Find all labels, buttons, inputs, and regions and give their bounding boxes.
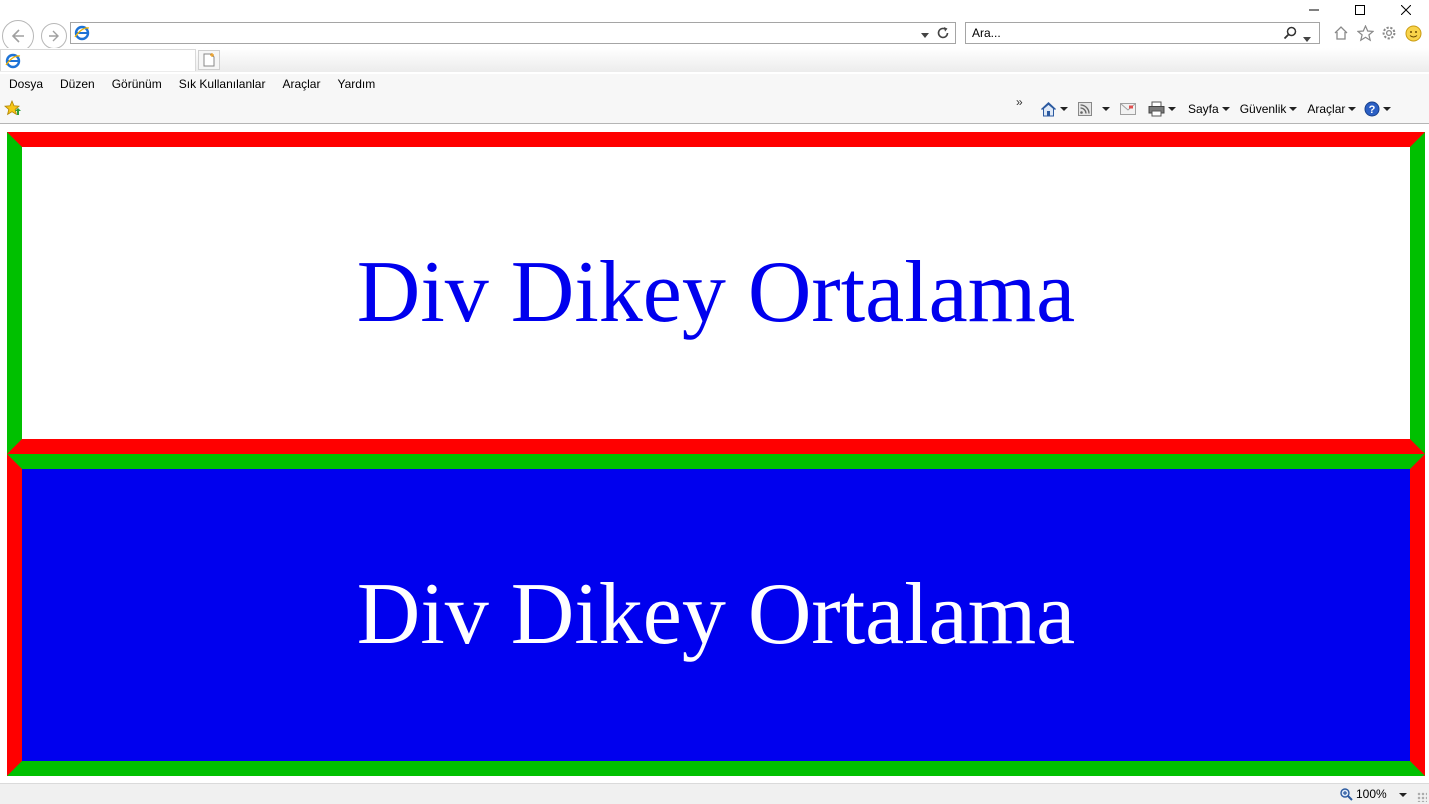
search-box[interactable] — [965, 22, 1320, 44]
forward-arrow-icon — [49, 30, 59, 42]
zoom-control[interactable]: 100% — [1340, 787, 1387, 801]
rss-feed-icon — [1078, 102, 1092, 116]
back-arrow-icon — [11, 29, 24, 43]
search-icon[interactable] — [1283, 26, 1297, 43]
toolbar-right-icons — [1332, 24, 1422, 42]
more-chevron[interactable]: » — [1016, 95, 1023, 109]
tab-strip — [0, 48, 1429, 72]
gear-icon[interactable] — [1380, 24, 1398, 42]
smiley-feedback-icon[interactable] — [1404, 24, 1422, 42]
help-dropdown-icon[interactable] — [1383, 107, 1392, 111]
favorites-star-icon[interactable] — [1356, 24, 1374, 42]
safety-menu[interactable]: Güvenlik — [1236, 99, 1304, 119]
minimize-button[interactable] — [1291, 0, 1337, 20]
forward-button[interactable] — [41, 23, 67, 49]
mail-button[interactable] — [1118, 99, 1138, 119]
maximize-icon — [1355, 5, 1365, 15]
add-favorites-icon[interactable] — [3, 99, 22, 119]
feeds-button[interactable] — [1076, 99, 1118, 119]
help-icon: ? — [1364, 101, 1380, 117]
print-button[interactable] — [1146, 99, 1184, 119]
resize-grip-icon[interactable] — [1417, 792, 1427, 802]
tab-ie-icon — [5, 53, 21, 72]
menu-help[interactable]: Yardım — [328, 74, 383, 94]
tools-dropdown-icon — [1348, 107, 1357, 111]
ie-page-icon — [74, 25, 90, 44]
menu-favorites[interactable]: Sık Kullanılanlar — [170, 74, 274, 94]
box-heading: Div Dikey Ortalama — [356, 566, 1076, 663]
centered-box-blue: Div Dikey Ortalama — [7, 454, 1425, 776]
command-items: Sayfa Güvenlik Araçlar ? — [1038, 99, 1399, 119]
browser-window: Dosya Düzen Görünüm Sık Kullanılanlar Ar… — [0, 0, 1429, 804]
home-dropdown-icon[interactable] — [1060, 107, 1068, 111]
refresh-icon[interactable] — [936, 26, 950, 43]
mail-icon — [1120, 103, 1136, 115]
window-controls — [1291, 0, 1429, 20]
close-button[interactable] — [1383, 0, 1429, 20]
search-input[interactable] — [972, 24, 1272, 42]
print-dropdown-icon[interactable] — [1168, 107, 1176, 111]
command-bar: » Sayfa Güvenlik Araçlar ? — [0, 94, 1429, 124]
close-icon — [1401, 5, 1411, 15]
menu-bar: Dosya Düzen Görünüm Sık Kullanılanlar Ar… — [0, 74, 1429, 94]
safety-menu-label: Güvenlik — [1239, 102, 1287, 116]
maximize-button[interactable] — [1337, 0, 1383, 20]
home-icon — [1040, 101, 1057, 116]
menu-file[interactable]: Dosya — [0, 74, 51, 94]
new-tab-button[interactable] — [198, 50, 220, 70]
address-bar[interactable] — [70, 22, 956, 44]
svg-text:?: ? — [1369, 104, 1376, 116]
page-menu-label: Sayfa — [1188, 102, 1219, 116]
zoom-magnifier-icon — [1340, 787, 1353, 801]
page-content: Div Dikey Ortalama Div Dikey Ortalama — [0, 124, 1429, 783]
safety-dropdown-icon — [1289, 107, 1298, 111]
printer-icon — [1148, 101, 1165, 117]
help-button[interactable]: ? — [1362, 99, 1399, 119]
search-dropdown-icon[interactable] — [1303, 31, 1311, 45]
address-dropdown-icon[interactable] — [921, 27, 929, 41]
home-button[interactable] — [1038, 99, 1076, 119]
new-tab-icon — [203, 53, 215, 67]
tools-menu[interactable]: Araçlar — [1303, 99, 1362, 119]
tools-menu-label: Araçlar — [1307, 102, 1346, 116]
feeds-dropdown-icon[interactable] — [1102, 107, 1110, 111]
menu-view[interactable]: Görünüm — [103, 74, 170, 94]
home-icon[interactable] — [1332, 24, 1350, 42]
status-bar: 100% — [0, 783, 1429, 804]
page-dropdown-icon — [1221, 107, 1230, 111]
address-input[interactable] — [93, 24, 913, 42]
tab-active[interactable] — [0, 49, 196, 71]
zoom-dropdown-icon[interactable] — [1399, 793, 1407, 797]
minimize-icon — [1309, 9, 1319, 11]
navigation-bar — [0, 18, 1429, 52]
box-heading: Div Dikey Ortalama — [356, 244, 1076, 341]
centered-box-white: Div Dikey Ortalama — [7, 132, 1425, 454]
menu-tools[interactable]: Araçlar — [273, 74, 328, 94]
zoom-level: 100% — [1356, 787, 1387, 801]
page-menu[interactable]: Sayfa — [1184, 99, 1236, 119]
menu-edit[interactable]: Düzen — [51, 74, 103, 94]
